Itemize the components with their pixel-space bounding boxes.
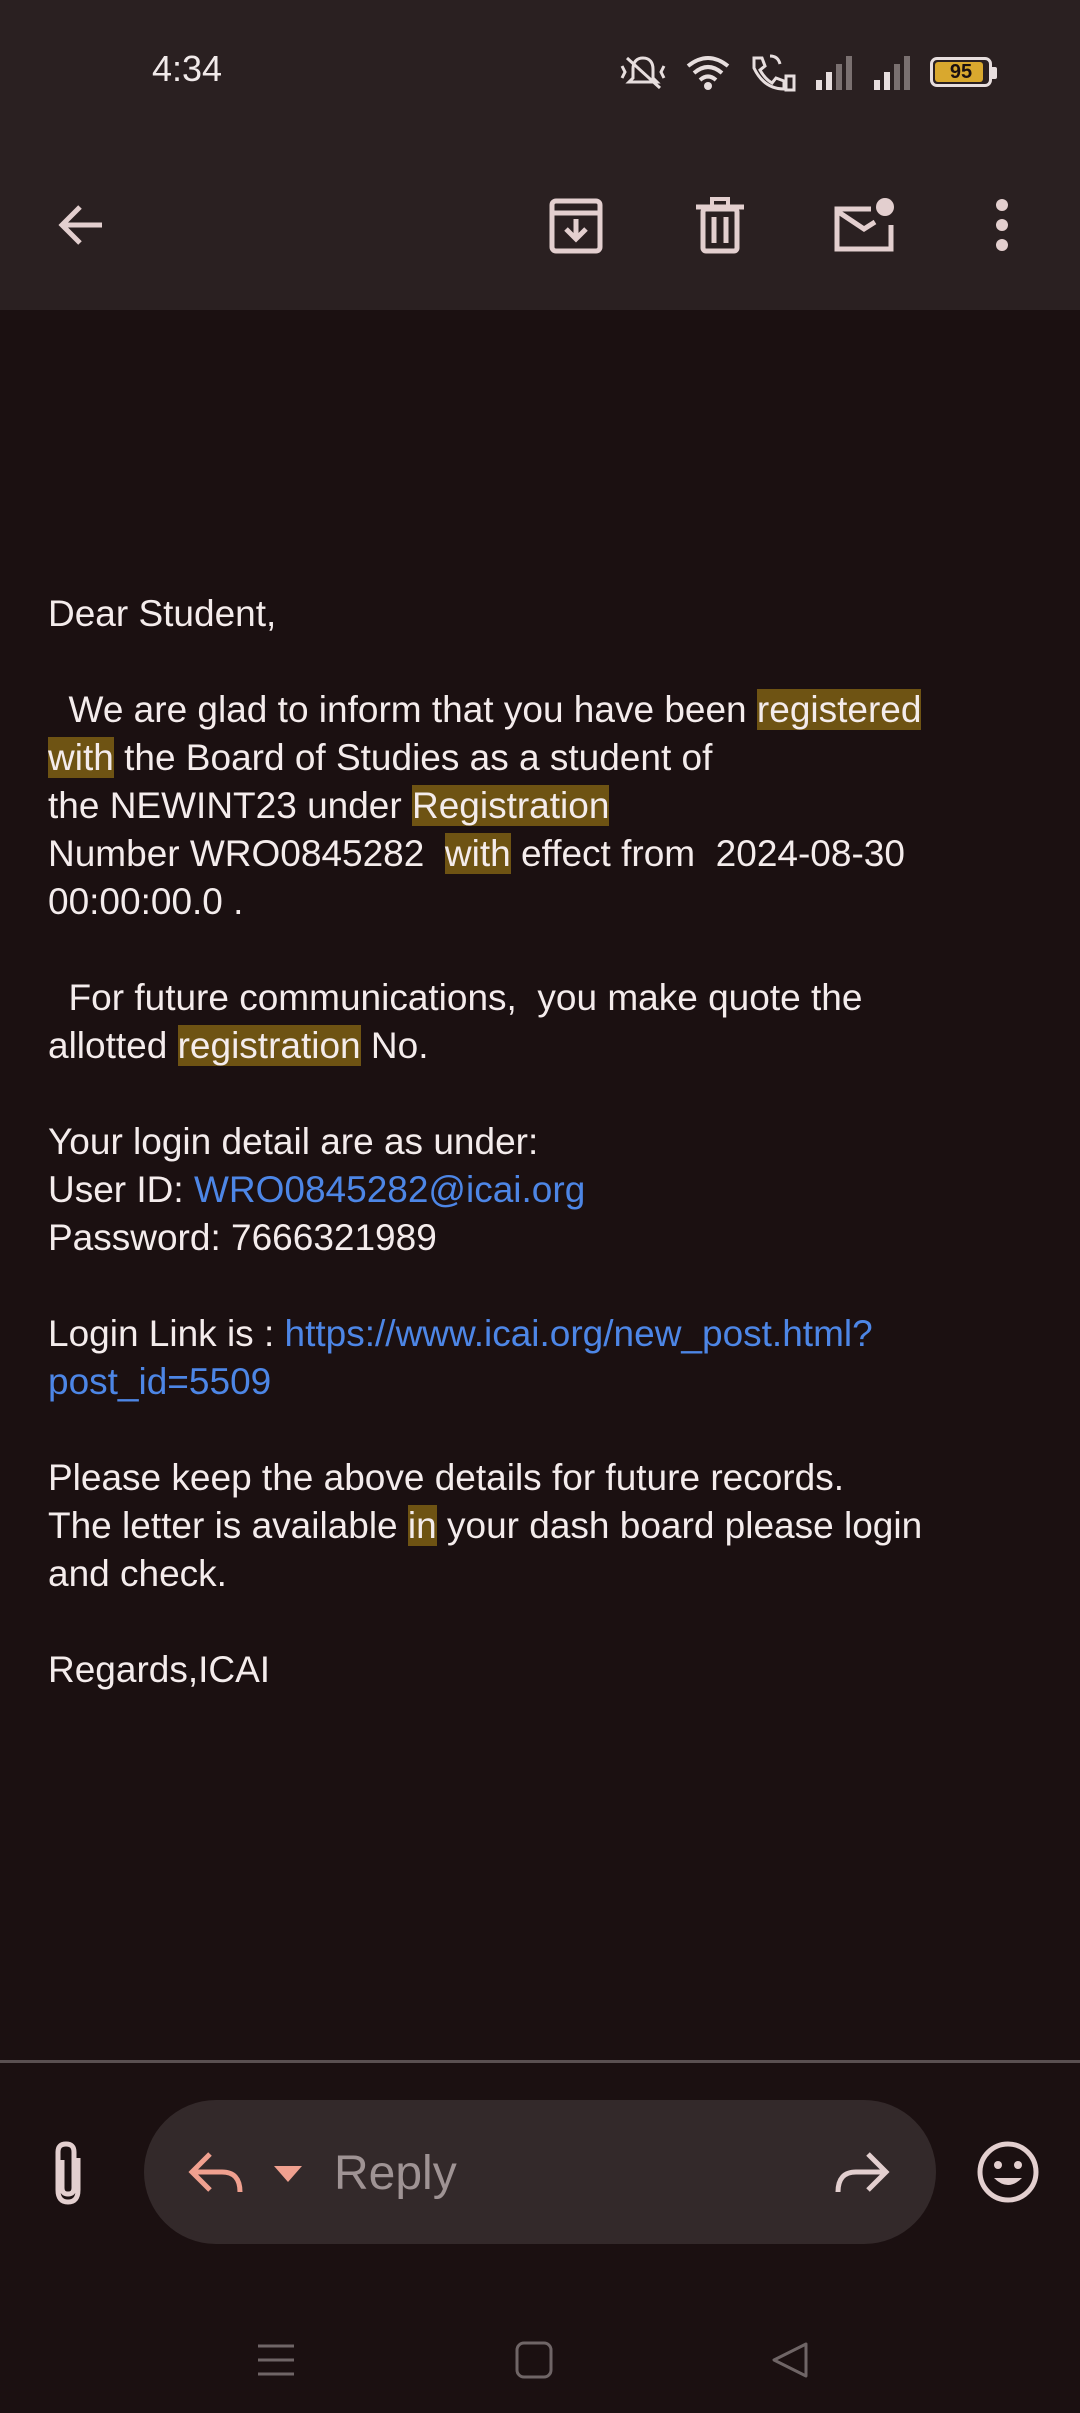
search-highlight: registration — [177, 1025, 361, 1066]
mute-icon — [618, 52, 668, 92]
status-time: 4:34 — [152, 48, 223, 89]
paragraph-communications-line2: allotted registration No. — [48, 1025, 429, 1066]
signal-2-icon — [872, 54, 912, 90]
back-arrow-icon[interactable] — [40, 185, 120, 265]
email-toolbar — [0, 140, 1080, 310]
wifi-icon — [686, 52, 730, 92]
password-line: Password: 7666321989 — [48, 1217, 437, 1258]
back-nav-icon[interactable] — [770, 2340, 810, 2385]
delete-icon[interactable] — [680, 185, 760, 265]
more-options-icon[interactable] — [962, 185, 1042, 265]
greeting: Dear Student, — [48, 593, 277, 634]
search-highlight: in — [407, 1505, 437, 1546]
reply-composer[interactable] — [144, 2100, 936, 2244]
reply-icon[interactable] — [186, 2148, 246, 2203]
login-link-line: Login Link is : https://www.icai.org/new… — [48, 1313, 873, 1354]
attachment-icon[interactable] — [40, 2138, 100, 2208]
paragraph-registration-line3: the NEWINT23 under Registration — [48, 785, 610, 826]
home-icon[interactable] — [514, 2340, 554, 2385]
wifi-calling-icon — [748, 52, 796, 92]
signature: Regards,ICAI — [48, 1649, 271, 1690]
search-highlight: with — [444, 833, 511, 874]
battery-icon: 95 — [930, 57, 997, 87]
login-url-link-continued[interactable]: post_id=5509 — [48, 1358, 1038, 1406]
letter-available-line: The letter is available in your dash boa… — [48, 1505, 923, 1546]
status-bar: 4:34 95 — [0, 0, 1080, 140]
email-body: Dear Student, We are glad to inform that… — [48, 590, 1038, 1694]
paragraph-registration-line4: Number WRO0845282 with effect from 2024-… — [48, 833, 905, 874]
battery-level: 95 — [949, 60, 973, 83]
signal-1-icon — [814, 54, 854, 90]
system-nav-bar — [0, 2300, 1080, 2412]
letter-available-line2: and check. — [48, 1553, 227, 1594]
mark-unread-icon[interactable] — [824, 185, 904, 265]
search-highlight: Registration — [411, 785, 610, 826]
login-url-link[interactable]: https://www.icai.org/new_post.html? — [285, 1313, 873, 1354]
forward-icon[interactable] — [832, 2148, 892, 2203]
status-icons: 95 — [618, 52, 997, 92]
search-highlight: with — [48, 737, 114, 778]
paragraph-registration: We are glad to inform that you have been… — [48, 689, 922, 730]
menu-icon[interactable] — [256, 2342, 296, 2383]
user-id-line: User ID: WRO0845282@icai.org — [48, 1169, 586, 1210]
archive-icon[interactable] — [536, 185, 616, 265]
paragraph-registration-line2: with the Board of Studies as a student o… — [48, 737, 713, 778]
search-highlight: registered — [756, 689, 922, 730]
paragraph-communications: For future communications, you make quot… — [48, 977, 863, 1018]
user-id-email-link[interactable]: WRO0845282@icai.org — [194, 1169, 585, 1210]
login-intro: Your login detail are as under: — [48, 1121, 539, 1162]
emoji-icon[interactable] — [976, 2140, 1040, 2209]
dropdown-arrow-icon[interactable] — [272, 2164, 304, 2189]
reply-placeholder[interactable]: Reply — [334, 2146, 457, 2201]
paragraph-registration-line5: 00:00:00.0 . — [48, 881, 244, 922]
keep-details-line: Please keep the above details for future… — [48, 1457, 844, 1498]
